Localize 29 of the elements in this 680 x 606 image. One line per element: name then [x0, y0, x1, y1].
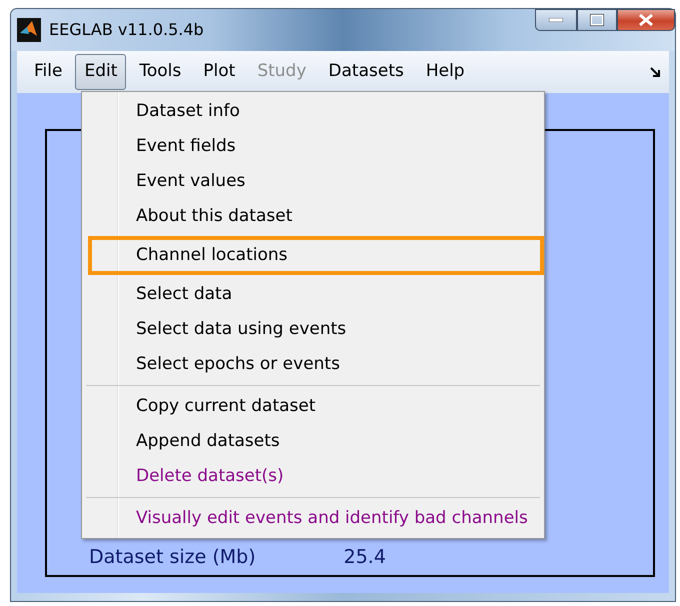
menu-item[interactable]: Tools [130, 54, 190, 90]
menu-item[interactable]: Copy current dataset [84, 389, 542, 424]
logo-icon [17, 18, 41, 42]
menu-item[interactable]: Dataset info [84, 94, 542, 129]
menu-item[interactable]: File [25, 54, 72, 90]
menu-item[interactable]: Select data using events [84, 312, 542, 347]
window-title: EEGLAB v11.0.5.4b [49, 19, 204, 41]
menu-item[interactable]: Help [416, 54, 474, 90]
field-label: Dataset size (Mb) [89, 544, 256, 570]
maximize-icon [590, 14, 604, 26]
menu-item[interactable]: Event values [84, 164, 542, 199]
minimize-icon [549, 18, 563, 22]
menu-item[interactable]: Select epochs or events [84, 347, 542, 382]
menu-item[interactable]: Plot [194, 54, 244, 90]
menu-item[interactable]: About this dataset [84, 199, 542, 234]
menu-item[interactable]: Channel locations [90, 238, 542, 273]
maximize-button[interactable] [577, 9, 617, 31]
menu-item[interactable]: Datasets [319, 54, 413, 90]
field-value: 25.4 [344, 544, 386, 570]
close-icon [638, 13, 654, 27]
menu-item[interactable]: Visually edit events and identify bad channels [84, 501, 542, 536]
dock-icon[interactable] [650, 66, 661, 78]
menu-item[interactable]: Delete dataset(s) [84, 459, 542, 494]
menu-item[interactable]: Edit [75, 54, 126, 90]
minimize-button[interactable] [535, 9, 577, 31]
menu-item[interactable]: Append datasets [84, 424, 542, 459]
close-button[interactable] [617, 9, 675, 31]
menu-item[interactable]: Select data [84, 277, 542, 312]
menu-item[interactable]: Event fields [84, 129, 542, 164]
